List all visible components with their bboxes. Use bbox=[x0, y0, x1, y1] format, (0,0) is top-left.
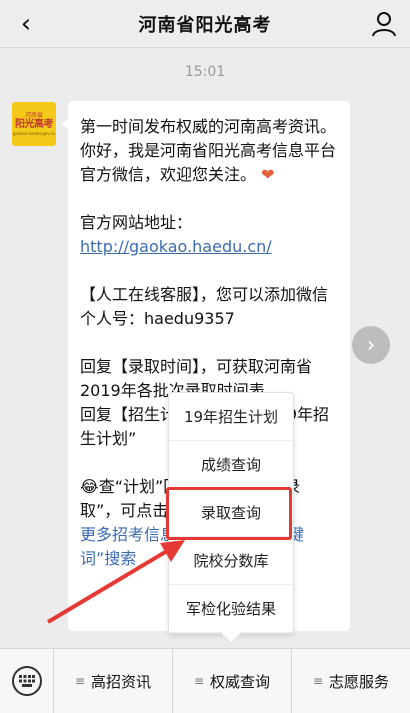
menu-news[interactable]: ≡ 高招资讯 bbox=[54, 649, 173, 713]
website-label: 官方网站地址： bbox=[80, 213, 193, 232]
welcome-text: 第一时间发布权威的河南高考资讯。你好，我是河南省阳光高考信息平台官方微信，欢迎您… bbox=[80, 117, 337, 184]
profile-button[interactable] bbox=[368, 8, 400, 40]
menu-item-score-query[interactable]: 成绩查询 bbox=[169, 441, 293, 489]
timestamp: 15:01 bbox=[184, 64, 226, 80]
nav-bar: ‹ 河南省阳光高考 bbox=[0, 0, 410, 48]
keyboard-icon bbox=[11, 666, 42, 696]
chat-title: 河南省阳光高考 bbox=[138, 15, 272, 36]
bottom-menu-bar: ≡ 高招资讯 ≡ 权威查询 ≡ 志愿服务 bbox=[0, 648, 410, 713]
menu-news-label: 高招资讯 bbox=[91, 672, 152, 691]
menu-volunteer[interactable]: ≡ 志愿服务 bbox=[292, 649, 410, 713]
service-text: 【人工在线客服】，您可以添加微信个人号：haedu9357 bbox=[80, 285, 329, 328]
user-icon bbox=[372, 12, 396, 37]
forward-button[interactable]: › bbox=[352, 326, 390, 364]
red-pointer-arrow bbox=[46, 540, 185, 624]
avatar-line2: 阳光高考 bbox=[15, 118, 54, 130]
menu-query[interactable]: ≡ 权威查询 bbox=[173, 649, 292, 713]
menu-list-icon: ≡ bbox=[312, 674, 324, 688]
menu-list-icon: ≡ bbox=[74, 674, 86, 688]
menu-query-label: 权威查询 bbox=[210, 672, 271, 691]
avatar-line1: 河南省 bbox=[24, 111, 43, 119]
menu-volunteer-label: 志愿服务 bbox=[329, 672, 390, 691]
menu-item-admission-plan[interactable]: 19年招生计划 bbox=[169, 393, 293, 441]
menu-list-icon: ≡ bbox=[193, 674, 205, 688]
keyboard-toggle[interactable] bbox=[0, 649, 54, 713]
heart-icon: ❤ bbox=[261, 165, 275, 184]
avatar-line3: gaokao.haedu.gov.cn bbox=[12, 130, 56, 136]
website-link[interactable]: http://gaokao.haedu.cn/ bbox=[80, 237, 272, 256]
chevron-right-icon: › bbox=[366, 332, 376, 358]
avatar[interactable]: 河南省 阳光高考 gaokao.haedu.gov.cn bbox=[12, 102, 56, 146]
